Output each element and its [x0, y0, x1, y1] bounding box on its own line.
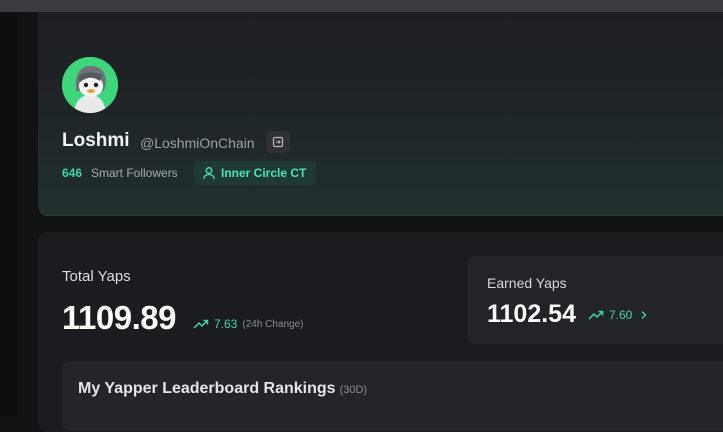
- copy-handle-button[interactable]: [266, 131, 290, 153]
- window-top-bar: [0, 0, 723, 12]
- earned-yaps-label: Earned Yaps: [487, 275, 567, 291]
- profile-name: Loshmi: [62, 130, 130, 151]
- earned-yaps-change: 7.60: [609, 308, 633, 322]
- inner-circle-badge[interactable]: Inner Circle CT: [194, 161, 317, 185]
- total-yaps-change: 7.63: [214, 317, 238, 331]
- leaderboard-rankings-title: My Yapper Leaderboard Rankings (30D): [78, 380, 367, 398]
- chevron-right-icon[interactable]: [639, 310, 649, 320]
- earned-yaps-value: 1102.54: [487, 300, 576, 328]
- total-yaps-label: Total Yaps: [62, 268, 131, 285]
- smart-followers-count: 646: [62, 166, 83, 180]
- left-sidebar-rail: [0, 12, 18, 415]
- total-yaps-value: 1109.89: [62, 299, 176, 336]
- leaderboard-period: (30D): [339, 384, 368, 396]
- avatar[interactable]: [62, 57, 118, 113]
- profile-handle: @LoshmiOnChain: [140, 135, 255, 151]
- badge-label: Inner Circle CT: [221, 166, 307, 180]
- smart-followers-label: Smart Followers: [91, 166, 178, 180]
- trending-up-icon: [588, 310, 604, 320]
- user-icon: [203, 167, 215, 180]
- profile-card: [38, 12, 723, 216]
- avatar-image: [62, 57, 118, 113]
- copy-icon: [272, 136, 284, 148]
- earned-yaps-trend: 7.60: [588, 308, 649, 322]
- trending-up-icon: [193, 319, 209, 329]
- leaderboard-title-text: My Yapper Leaderboard Rankings: [78, 380, 336, 397]
- total-yaps-change-note: (24h Change): [242, 318, 304, 330]
- total-yaps-trend: 7.63 (24h Change): [193, 317, 304, 331]
